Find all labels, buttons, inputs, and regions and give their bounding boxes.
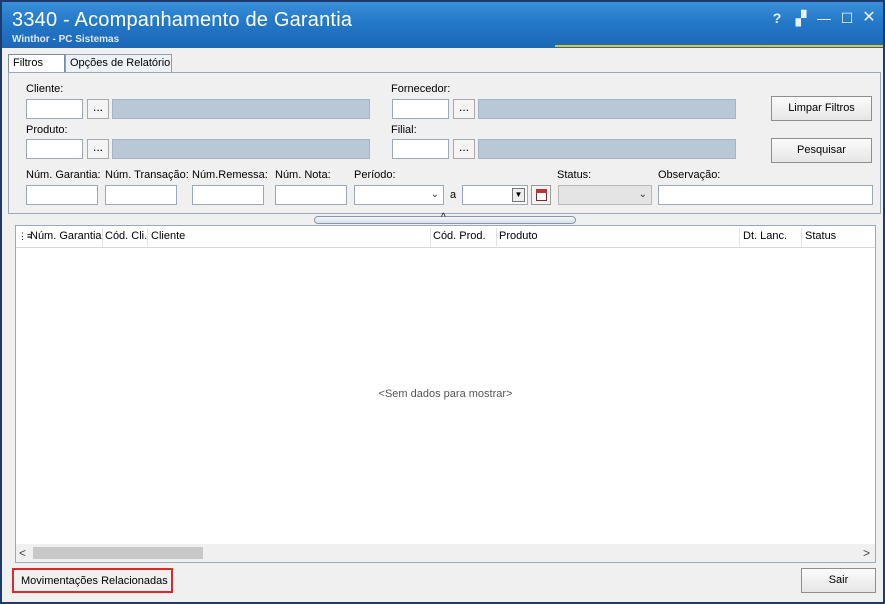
maximize-icon[interactable]: ☐ [839, 10, 855, 26]
periodo-end-input[interactable]: ▼ [462, 185, 528, 205]
filial-name-field [478, 139, 736, 159]
movimentacoes-relacionadas-button[interactable]: Movimentações Relacionadas [12, 568, 173, 593]
fornecedor-code-input[interactable] [392, 99, 449, 119]
title-bar: 3340 - Acompanhamento de Garantia Wintho… [2, 2, 883, 48]
num-garantia-input[interactable] [26, 185, 98, 205]
fornecedor-name-field [478, 99, 736, 119]
limpar-filtros-button[interactable]: Limpar Filtros [771, 96, 872, 121]
calendar-icon[interactable] [531, 185, 551, 205]
column-separator [801, 228, 802, 246]
column-separator [147, 228, 148, 246]
column-separator [430, 228, 431, 246]
num-nota-input[interactable] [275, 185, 347, 205]
window-title: 3340 - Acompanhamento de Garantia [12, 9, 353, 31]
collapse-splitter[interactable]: ^ [314, 212, 576, 224]
pesquisar-button[interactable]: Pesquisar [771, 138, 872, 163]
cliente-label: Cliente: [26, 83, 64, 95]
column-status[interactable]: Status [805, 230, 836, 242]
produto-label: Produto: [26, 124, 68, 136]
column-separator [496, 228, 497, 246]
results-grid: ⋮≡ Núm. Garantia Cód. Cli. Cliente Cód. … [15, 225, 876, 563]
restore-icon[interactable]: ▞ [793, 10, 809, 26]
title-accent-line [555, 45, 883, 47]
num-remessa-label: Núm.Remessa: [192, 169, 268, 181]
observacao-label: Observação: [658, 169, 721, 181]
help-icon[interactable]: ? [769, 10, 785, 26]
scrollbar-thumb[interactable] [33, 547, 203, 559]
dropdown-arrow-icon[interactable]: ▼ [512, 188, 525, 202]
cliente-name-field [112, 99, 370, 119]
status-label: Status: [557, 169, 592, 181]
grid-header: ⋮≡ Núm. Garantia Cód. Cli. Cliente Cód. … [16, 226, 875, 248]
num-remessa-input[interactable] [192, 185, 264, 205]
column-num-garantia[interactable]: Núm. Garantia [30, 230, 102, 242]
column-cod-prod[interactable]: Cód. Prod. [433, 230, 486, 242]
column-cod-cli[interactable]: Cód. Cli. [105, 230, 147, 242]
application-window: 3340 - Acompanhamento de Garantia Wintho… [0, 0, 885, 604]
cliente-lookup-button[interactable]: ... [87, 99, 109, 119]
column-cliente[interactable]: Cliente [151, 230, 185, 242]
produto-name-field [112, 139, 370, 159]
column-separator [739, 228, 740, 246]
scroll-right-icon[interactable]: > [863, 546, 870, 560]
num-transacao-input[interactable] [105, 185, 177, 205]
num-transacao-label: Núm. Transação: [105, 169, 189, 181]
status-select[interactable]: ⌄ [558, 185, 652, 205]
filial-lookup-button[interactable]: ... [453, 139, 475, 159]
produto-lookup-button[interactable]: ... [87, 139, 109, 159]
filial-label: Filial: [391, 124, 417, 136]
horizontal-scrollbar[interactable]: < > [16, 544, 875, 562]
filters-panel: Cliente: ... Fornecedor: ... Limpar Filt… [8, 72, 881, 214]
fornecedor-label: Fornecedor: [391, 83, 451, 95]
cliente-code-input[interactable] [26, 99, 83, 119]
tab-filtros[interactable]: Filtros [8, 54, 65, 73]
column-produto[interactable]: Produto [499, 230, 538, 242]
scroll-left-icon[interactable]: < [19, 546, 26, 560]
column-dt-lanc[interactable]: Dt. Lanc. [743, 230, 787, 242]
minimize-icon[interactable]: — [816, 10, 832, 26]
tab-opcoes-relatorio[interactable]: Opções de Relatório [65, 54, 172, 72]
observacao-input[interactable] [658, 185, 873, 205]
collapse-arrow-icon: ^ [441, 212, 446, 223]
empty-grid-message: <Sem dados para mostrar> [378, 388, 513, 400]
fornecedor-lookup-button[interactable]: ... [453, 99, 475, 119]
filial-code-input[interactable] [392, 139, 449, 159]
periodo-separator: a [450, 189, 457, 201]
periodo-label: Período: [354, 169, 396, 181]
column-separator [102, 228, 103, 246]
periodo-start-select[interactable]: ⌄ [354, 185, 444, 205]
num-nota-label: Núm. Nota: [275, 169, 331, 181]
close-icon[interactable]: ✕ [861, 10, 877, 26]
chevron-down-icon: ⌄ [638, 189, 647, 200]
chevron-down-icon: ⌄ [430, 189, 439, 200]
sair-button[interactable]: Sair [801, 568, 876, 593]
window-subtitle: Winthor - PC Sistemas [12, 34, 120, 45]
num-garantia-label: Núm. Garantia: [26, 169, 101, 181]
produto-code-input[interactable] [26, 139, 83, 159]
